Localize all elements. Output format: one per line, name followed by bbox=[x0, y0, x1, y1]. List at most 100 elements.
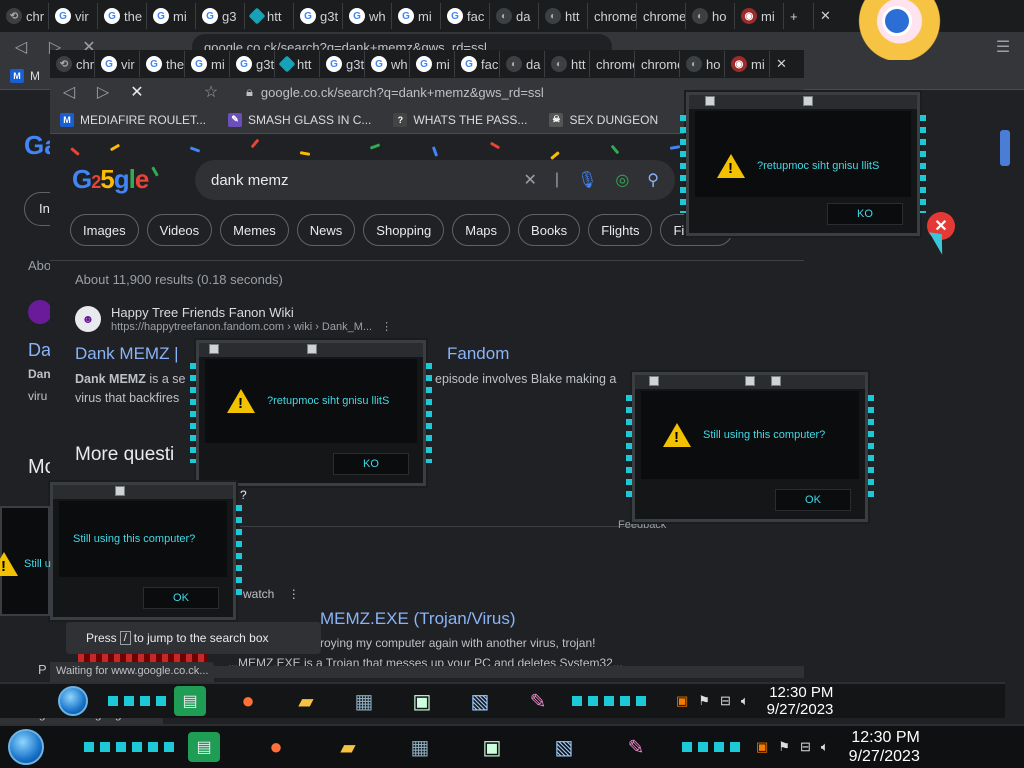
filter-chip-memes[interactable]: Memes bbox=[220, 214, 289, 246]
taskbar-clock[interactable]: 12:30 PM 9/27/2023 bbox=[849, 728, 920, 766]
browser-tab[interactable]: Gg3 bbox=[196, 3, 245, 29]
bookmark-item[interactable]: ☠ SEX DUNGEON bbox=[549, 112, 658, 127]
browser-tab[interactable]: Gmi bbox=[410, 51, 455, 77]
filter-chip-videos[interactable]: Videos bbox=[146, 214, 213, 246]
dialog-minimize-button[interactable] bbox=[307, 344, 317, 354]
taskbar-calculator-app[interactable]: ▦ bbox=[348, 686, 380, 716]
dialog-restore-button[interactable] bbox=[649, 376, 659, 386]
bookmark-star-icon[interactable]: ☆ bbox=[200, 81, 222, 103]
taskbar-firefox-app[interactable]: ● bbox=[260, 732, 292, 762]
browser-tab[interactable]: ◉ mi bbox=[725, 51, 770, 77]
browser-tab[interactable]: ◐ da bbox=[490, 3, 539, 29]
dialog-restore-button[interactable] bbox=[705, 96, 715, 106]
taskbar-window-app[interactable]: ▣ bbox=[476, 732, 508, 762]
lens-icon[interactable]: ◎ bbox=[615, 170, 629, 190]
clear-icon[interactable]: ✕ bbox=[523, 170, 536, 190]
browser-tab[interactable]: chrome bbox=[637, 3, 686, 29]
taskbar-wordpad-app[interactable]: ▧ bbox=[464, 686, 496, 716]
start-button[interactable] bbox=[8, 729, 44, 765]
dialog-ok-button[interactable]: KO bbox=[827, 203, 903, 225]
browser-tab[interactable]: Gg3t bbox=[320, 51, 365, 77]
dialog-ok-button[interactable]: OK bbox=[775, 489, 851, 511]
dialog-restore-button[interactable] bbox=[209, 344, 219, 354]
browser-tab[interactable]: ◐ da bbox=[500, 51, 545, 77]
filter-chip-news[interactable]: News bbox=[296, 214, 356, 246]
browser-tab[interactable]: Gthe bbox=[98, 3, 147, 29]
taskbar-firefox-app[interactable]: ● bbox=[232, 686, 264, 716]
browser-tab[interactable]: Gmi bbox=[147, 3, 196, 29]
dialog-titlebar[interactable] bbox=[53, 485, 233, 499]
browser-tab[interactable]: ⟲ chr bbox=[50, 51, 95, 77]
new-tab-button[interactable]: + bbox=[784, 3, 814, 29]
browser-tab[interactable]: Gvir bbox=[95, 51, 140, 77]
browser-tab[interactable]: ◐ ho bbox=[686, 3, 735, 29]
filter-chip-maps[interactable]: Maps bbox=[452, 214, 511, 246]
dialog-ok-button[interactable]: OK bbox=[143, 587, 219, 609]
taskbar-paint-app[interactable]: ✎ bbox=[620, 732, 652, 762]
taskbar-notes-app[interactable]: ▤ bbox=[174, 686, 206, 716]
microphone-icon[interactable]: 🎙︎ bbox=[577, 170, 597, 190]
start-button[interactable] bbox=[58, 686, 88, 716]
taskbar-wordpad-app[interactable]: ▧ bbox=[548, 732, 580, 762]
search-icon[interactable]: ⚲ bbox=[647, 170, 659, 190]
dialog-minimize-button[interactable] bbox=[745, 376, 755, 386]
volume-icon[interactable]: 🔈︎ bbox=[821, 739, 829, 755]
result-title-link-end[interactable]: Fandom bbox=[447, 344, 509, 364]
browser-tab[interactable]: htt bbox=[275, 51, 320, 77]
result-title-link[interactable]: Dank MEMZ | bbox=[75, 344, 179, 364]
bookmark-item[interactable]: MM bbox=[10, 68, 40, 83]
more-options-icon[interactable]: ⋮ bbox=[381, 321, 392, 333]
browser-tab[interactable]: ◐ htt bbox=[545, 51, 590, 77]
taskbar-clock[interactable]: 12:30 PM 9/27/2023 bbox=[767, 684, 834, 718]
search-input[interactable]: dank memz ✕ | 🎙︎ ◎ ⚲ bbox=[195, 160, 675, 200]
browser-tab[interactable]: Gwh bbox=[365, 51, 410, 77]
dialog-restore-button[interactable] bbox=[115, 486, 125, 496]
browser-tab[interactable]: chrome bbox=[635, 51, 680, 77]
filter-chip-books[interactable]: Books bbox=[518, 214, 581, 246]
browser-tab[interactable]: htt bbox=[245, 3, 294, 29]
volume-icon[interactable]: 🔈︎ bbox=[741, 693, 749, 709]
stop-icon[interactable]: ✕ bbox=[126, 81, 148, 103]
forward-arrow-icon[interactable]: ▷ bbox=[92, 81, 114, 103]
network-icon[interactable]: ⊟ bbox=[800, 739, 811, 755]
browser-tab[interactable]: Gmi bbox=[392, 3, 441, 29]
browser-tab[interactable]: Gg3t bbox=[294, 3, 343, 29]
dialog-titlebar[interactable] bbox=[199, 343, 423, 357]
browser-tab[interactable]: ◐ ho bbox=[680, 51, 725, 77]
browser-tab[interactable]: Gthe bbox=[140, 51, 185, 77]
filter-chip-shopping[interactable]: Shopping bbox=[363, 214, 445, 246]
bookmark-item[interactable]: ? WHATS THE PASS... bbox=[393, 112, 527, 127]
dialog-titlebar[interactable] bbox=[635, 375, 865, 389]
back-scrollbar-thumb[interactable] bbox=[1000, 130, 1010, 166]
browser-tab[interactable]: Gwh bbox=[343, 3, 392, 29]
filter-chip-images[interactable]: Images bbox=[70, 214, 139, 246]
taskbar-explorer-app[interactable]: ▰ bbox=[290, 686, 322, 716]
filter-chip-flights[interactable]: Flights bbox=[588, 214, 653, 246]
back-title-fragment[interactable]: Da bbox=[28, 340, 51, 361]
back-arrow-icon[interactable]: ◁ bbox=[58, 81, 80, 103]
result-title-link[interactable]: MEMZ.EXE (Trojan/Virus) bbox=[320, 609, 516, 629]
flag-icon[interactable]: ⚑ bbox=[698, 693, 710, 709]
close-icon[interactable]: ✕ bbox=[814, 3, 844, 29]
browser-tab[interactable]: chrome bbox=[590, 51, 635, 77]
result-site-info[interactable]: ☻ Happy Tree Friends Fanon Wiki https://… bbox=[75, 305, 392, 333]
browser-tab[interactable]: ⟲ chr bbox=[0, 3, 49, 29]
flag-icon[interactable]: ⚑ bbox=[778, 739, 790, 755]
menu-icon[interactable]: ☰ bbox=[992, 36, 1014, 58]
dialog-close-button[interactable] bbox=[771, 376, 781, 386]
front-address-bar[interactable]: 🔒︎ google.co.ck/search?q=dank+memz&gws_r… bbox=[234, 79, 674, 105]
browser-tab[interactable]: Gg3t bbox=[230, 51, 275, 77]
taskbar-explorer-app[interactable]: ▰ bbox=[332, 732, 364, 762]
dialog-ok-button[interactable]: KO bbox=[333, 453, 409, 475]
browser-tab[interactable]: Gfac bbox=[441, 3, 490, 29]
browser-tab[interactable]: chrome bbox=[588, 3, 637, 29]
back-arrow-icon[interactable]: ◁ bbox=[10, 36, 32, 58]
browser-tab[interactable]: ◐ htt bbox=[539, 3, 588, 29]
tray-app-icon[interactable]: ▣ bbox=[756, 739, 768, 755]
taskbar-notes-app[interactable]: ▤ bbox=[188, 732, 220, 762]
browser-tab[interactable]: Gmi bbox=[185, 51, 230, 77]
taskbar-calculator-app[interactable]: ▦ bbox=[404, 732, 436, 762]
dialog-minimize-button[interactable] bbox=[803, 96, 813, 106]
browser-tab[interactable]: Gvir bbox=[49, 3, 98, 29]
tray-app-icon[interactable]: ▣ bbox=[676, 693, 688, 709]
